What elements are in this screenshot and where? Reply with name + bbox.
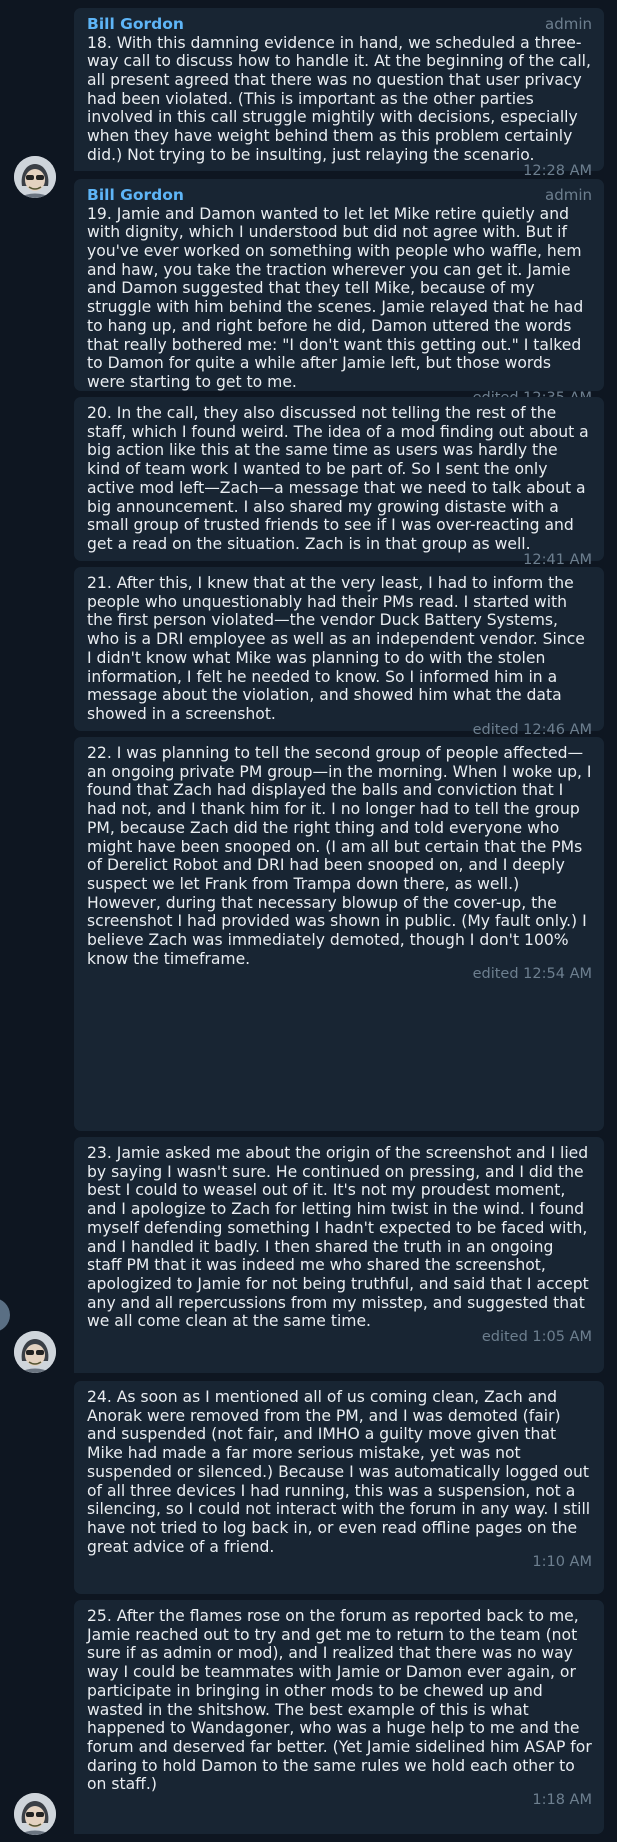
user-avatar-icon (14, 156, 56, 198)
user-avatar-icon (14, 1331, 56, 1373)
message-timestamp: 12:28 AM (523, 162, 592, 179)
message-timestamp: 1:18 AM (532, 1792, 592, 1809)
message-text: 24. As soon as I mentioned all of us com… (87, 1388, 591, 1556)
sender-name[interactable]: Bill Gordon (87, 186, 184, 205)
message-text: 20. In the call, they also discussed not… (87, 404, 589, 553)
partial-avatar (0, 1298, 10, 1332)
message-bubble[interactable]: 21. After this, I knew that at the very … (74, 567, 604, 738)
sender-name[interactable]: Bill Gordon (87, 15, 184, 34)
user-avatar-icon (14, 1793, 56, 1835)
message-text: 21. After this, I knew that at the very … (87, 574, 585, 723)
avatar[interactable] (14, 1331, 56, 1373)
sender-role-badge: admin (545, 15, 592, 33)
message-text: 25. After the flames rose on the forum a… (87, 1607, 592, 1794)
sender-role-badge: admin (545, 186, 592, 204)
message-bubble[interactable]: 24. As soon as I mentioned all of us com… (74, 1381, 604, 1594)
message-bubble[interactable]: Bill Gordon admin 19. Jamie and Damon wa… (74, 179, 604, 406)
message-timestamp: edited 12:54 AM (472, 966, 592, 983)
message-bubble[interactable]: 23. Jamie asked me about the origin of t… (74, 1137, 604, 1373)
message-bubble[interactable]: 25. After the flames rose on the forum a… (74, 1600, 604, 1834)
avatar[interactable] (14, 1793, 56, 1835)
message-text: 23. Jamie asked me about the origin of t… (87, 1144, 589, 1331)
message-bubble[interactable]: 20. In the call, they also discussed not… (74, 397, 604, 568)
message-timestamp: 1:10 AM (532, 1554, 592, 1571)
message-text: 22. I was planning to tell the second gr… (87, 744, 592, 968)
avatar[interactable] (14, 156, 56, 198)
message-bubble[interactable]: Bill Gordon admin 18. With this damning … (74, 8, 604, 179)
message-text: 19. Jamie and Damon wanted to let let Mi… (87, 204, 584, 391)
message-bubble[interactable]: 22. I was planning to tell the second gr… (74, 737, 604, 1131)
message-text: 18. With this damning evidence in hand, … (87, 33, 591, 164)
message-timestamp: edited 1:05 AM (481, 1329, 592, 1346)
